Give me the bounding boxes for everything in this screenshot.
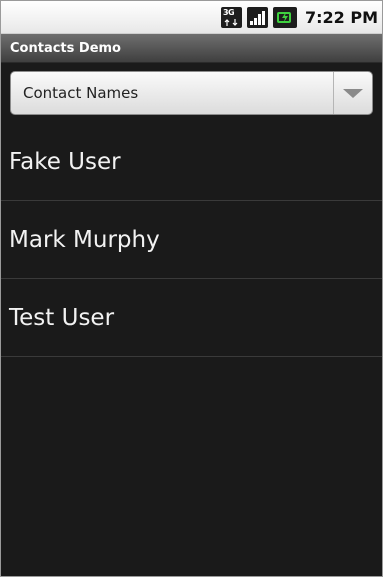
list-item[interactable]: Mark Murphy	[1, 201, 382, 279]
data-arrows-icon	[224, 18, 238, 26]
app-title-bar: Contacts Demo	[1, 34, 382, 63]
spinner-selected-value: Contact Names	[23, 84, 139, 102]
status-bar: 3G 7:22 PM	[1, 1, 382, 34]
network-type-label: 3G	[222, 7, 235, 17]
list-item[interactable]: Fake User	[1, 123, 382, 201]
signal-strength-icon	[246, 6, 268, 28]
contact-name: Mark Murphy	[9, 226, 160, 253]
app-title: Contacts Demo	[10, 40, 121, 56]
contact-field-spinner[interactable]: Contact Names	[10, 71, 373, 115]
list-item[interactable]: Test User	[1, 279, 382, 357]
3g-data-icon: 3G	[220, 6, 242, 28]
status-clock: 7:22 PM	[304, 7, 378, 27]
battery-charging-icon	[272, 6, 297, 28]
phone-screen: 3G 7:22 PM Contacts Demo Contact Names F…	[0, 0, 383, 577]
dropdown-arrow-icon[interactable]	[334, 72, 372, 114]
contact-name: Fake User	[9, 148, 121, 175]
contact-list: Fake User Mark Murphy Test User	[1, 123, 382, 357]
contact-name: Test User	[9, 304, 115, 331]
